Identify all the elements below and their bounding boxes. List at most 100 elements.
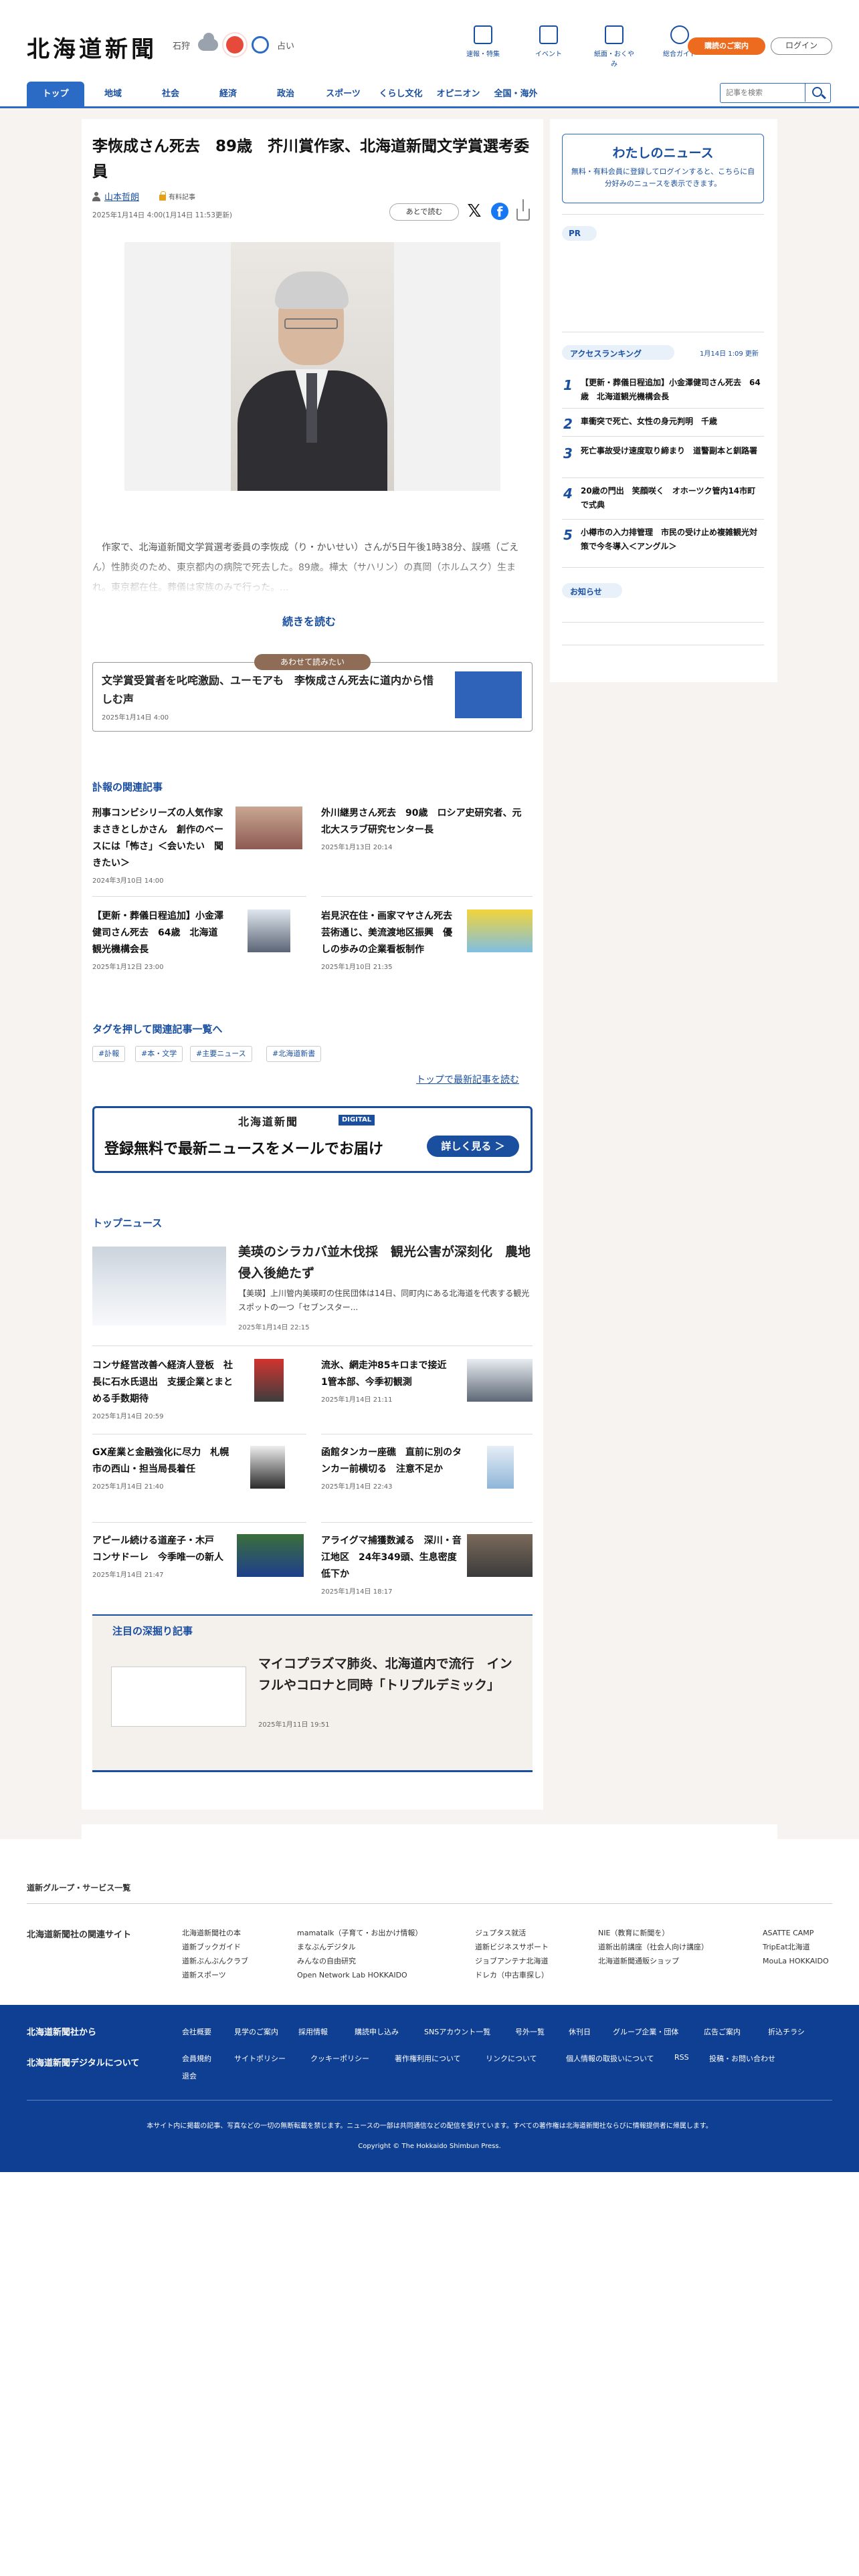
news-thumbnail[interactable] <box>237 1534 304 1577</box>
also-read-title[interactable]: 文学賞受賞者を叱咤激励、ユーモアも 李恢成さん死去に道内から惜しむ声 <box>102 671 443 709</box>
tag-hokkaido-books[interactable]: #北海道新書 <box>266 1046 322 1062</box>
deep-dive-date: 2025年1月11日 19:51 <box>258 1721 330 1729</box>
nav-item-top[interactable]: トップ <box>27 82 84 106</box>
subscribe-button[interactable]: 購読のご案内 <box>688 37 765 55</box>
footer-link[interactable]: 折込チラシ <box>768 2026 805 2037</box>
related-thumbnail[interactable] <box>467 909 533 952</box>
header-link-paper[interactable]: 紙面・おくやみ <box>591 25 637 68</box>
x-share-icon[interactable]: 𝕏 <box>466 203 483 220</box>
news-card[interactable]: アライグマ捕獲数減る 深川・音江地区 24年349頭、生息密度低下か 2025年… <box>321 1533 462 1596</box>
related-heading: 訃報の関連記事 <box>92 781 163 793</box>
footer-links-col: mamatalk（子育て・お出かけ情報） まなぶんデジタル みんなの自由研究 Open… <box>297 1929 423 1979</box>
read-more-link[interactable]: 続きを読む <box>282 613 336 629</box>
article-author[interactable]: 山本哲朗 <box>92 190 139 203</box>
header-links: 速報・特集 イベント 紙面・おくやみ 総合ガイド <box>460 25 702 68</box>
news-card[interactable]: コンサ経営改善へ経済人登板 社長に石水氏退出 支援企業とまとめる手数期待 202… <box>92 1358 233 1420</box>
promo-text: 登録無料で最新ニュースをメールでお届け <box>104 1141 383 1158</box>
related-card[interactable]: 外川継男さん死去 90歳 ロシア史研究者、元北大スラブ研究センター長 2025年… <box>321 805 529 851</box>
top-news-heading: トップニュース <box>92 1217 163 1229</box>
footer-link[interactable]: クッキーポリシー <box>310 2053 369 2064</box>
news-card[interactable]: 流氷、網走沖85キロまで接近 1管本部、今季初観測 2025年1月14日 21:… <box>321 1358 462 1404</box>
footer-link[interactable]: RSS <box>674 2053 689 2062</box>
promo-details-button[interactable]: 詳しく見る ＞ <box>427 1136 519 1157</box>
nav-item-region[interactable]: 地域 <box>84 82 142 106</box>
news-card[interactable]: アピール続ける道産子・木戸 コンサドーレ 今季唯一の新人 2025年1月14日 … <box>92 1533 226 1579</box>
related-thumbnail[interactable] <box>248 909 290 952</box>
fortune-icon[interactable] <box>252 36 270 53</box>
related-card[interactable]: 刑事コンビシリーズの人気作家まさきとしかさん 創作のベースには「怖さ」＜会いたい… <box>92 805 226 885</box>
footer-link[interactable]: 退会 <box>182 2070 197 2081</box>
nav-item-politics[interactable]: 政治 <box>257 82 314 106</box>
read-later-button[interactable]: あとで読む <box>389 203 459 221</box>
footer-link[interactable]: 見学のご案内 <box>234 2026 278 2037</box>
related-card[interactable]: 岩見沢在住・画家マヤさん死去 芸術通じ、美流渡地区振興 優しの歩みの企業看板制作… <box>321 908 462 971</box>
site-logo[interactable]: 北海道新聞 <box>27 31 157 64</box>
footer-link[interactable]: 著作権利用について <box>395 2053 461 2064</box>
tag-books[interactable]: #本・文学 <box>135 1046 183 1062</box>
weather-widget[interactable]: 石狩 占い <box>173 33 294 53</box>
related-card[interactable]: 【更新・葬儀日程追加】小金澤健司さん死去 64歳 北海道観光機構会長 2025年… <box>92 908 226 971</box>
search-icon[interactable] <box>805 84 829 102</box>
top-news-title[interactable]: 美瑛のシラカバ並木伐採 観光公害が深刻化 農地侵入後絶たず <box>238 1241 533 1284</box>
footer-link[interactable]: 採用情報 <box>298 2026 328 2037</box>
search-input[interactable] <box>721 84 805 102</box>
ranking-updated: 1月14日 1:09 更新 <box>700 350 759 358</box>
deep-dive-heading[interactable]: 注目の深掘り記事 <box>112 1624 193 1641</box>
ranking-label[interactable]: アクセスランキング <box>570 348 642 359</box>
author-name[interactable]: 山本哲朗 <box>104 190 139 203</box>
footer-link[interactable]: 投稿・お問い合わせ <box>709 2053 775 2064</box>
footer-link[interactable]: リンクについて <box>486 2053 537 2064</box>
share-icon[interactable] <box>516 199 530 221</box>
footer-link[interactable]: 購読申し込み <box>355 2026 399 2037</box>
lead-fade <box>92 558 533 597</box>
footer-link[interactable]: SNSアカウント一覧 <box>424 2026 490 2037</box>
nav-item-society[interactable]: 社会 <box>142 82 199 106</box>
login-button[interactable]: ログイン <box>771 37 832 55</box>
header-link-events[interactable]: イベント <box>526 25 571 68</box>
news-thumbnail[interactable] <box>467 1534 533 1577</box>
pr-label: PR <box>569 229 581 238</box>
top-news-image[interactable] <box>92 1247 226 1325</box>
latest-news-link[interactable]: トップで最新記事を読む <box>416 1073 519 1086</box>
footer-link[interactable]: 個人情報の取扱いについて <box>566 2053 654 2064</box>
tag-main-news[interactable]: #主要ニュース <box>190 1046 252 1062</box>
related-sites-heading: 北海道新聞社の関連サイト <box>27 1930 132 1940</box>
news-thumbnail[interactable] <box>467 1359 533 1402</box>
header-link-special[interactable]: 速報・特集 <box>460 25 506 68</box>
footer-company-heading: 北海道新聞社から <box>27 2028 97 2038</box>
news-thumbnail[interactable] <box>254 1359 284 1402</box>
deep-dive-title[interactable]: マイコプラズマ肺炎、北海道内で流行 インフルやコロナと同時「トリプルデミック」 <box>258 1653 519 1696</box>
divider <box>92 1522 306 1523</box>
tag-obituary[interactable]: #訃報 <box>92 1046 126 1062</box>
divider <box>321 896 533 897</box>
footer-link[interactable]: グループ企業・団体 <box>613 2026 678 2037</box>
news-thumbnail[interactable] <box>487 1446 514 1489</box>
nav-item-sports[interactable]: スポーツ <box>314 82 372 106</box>
news-thumbnail[interactable] <box>250 1446 285 1489</box>
nav-item-opinion[interactable]: オピニオン <box>430 82 487 106</box>
footer-link[interactable]: サイトポリシー <box>234 2053 286 2064</box>
nav-item-culture[interactable]: くらし文化 <box>372 82 430 106</box>
news-card[interactable]: GX産業と金融強化に尽力 札幌市の西山・担当局長着任 2025年1月14日 21… <box>92 1444 233 1491</box>
article-date: 2025年1月14日 4:00(1月14日 11:53更新) <box>92 211 233 219</box>
footer-link[interactable]: 広告ご案内 <box>704 2026 741 2037</box>
footer-link[interactable]: 会社概要 <box>182 2026 211 2037</box>
deep-dive-thumbnail[interactable] <box>111 1667 246 1727</box>
group-services-link[interactable]: 道新グループ・サービス一覧 <box>27 1882 130 1893</box>
nav-item-world[interactable]: 全国・海外 <box>487 82 545 106</box>
footer-link[interactable]: 休刊日 <box>569 2026 591 2037</box>
member-badge: 有料記事 <box>159 191 195 201</box>
footer-link[interactable]: 会員規約 <box>182 2053 211 2064</box>
nav-item-economy[interactable]: 経済 <box>199 82 257 106</box>
related-thumbnail[interactable] <box>235 807 302 849</box>
facebook-share-icon[interactable]: f <box>491 203 508 220</box>
fortune-label[interactable]: 占い <box>277 39 294 51</box>
footer-link[interactable]: 号外一覧 <box>515 2026 545 2037</box>
also-read-thumbnail[interactable] <box>455 671 522 718</box>
news-card[interactable]: 函館タンカー座礁 直前に別のタンカー前横切る 注意不足か 2025年1月14日 … <box>321 1444 462 1491</box>
divider <box>562 408 764 409</box>
my-news-text: 無料・有料会員に登録してログインすると、こちらに自分好みのニュースを表示できます… <box>571 167 755 188</box>
lock-icon <box>159 191 166 201</box>
help-icon <box>670 25 689 44</box>
notice-label[interactable]: お知らせ <box>570 586 602 597</box>
